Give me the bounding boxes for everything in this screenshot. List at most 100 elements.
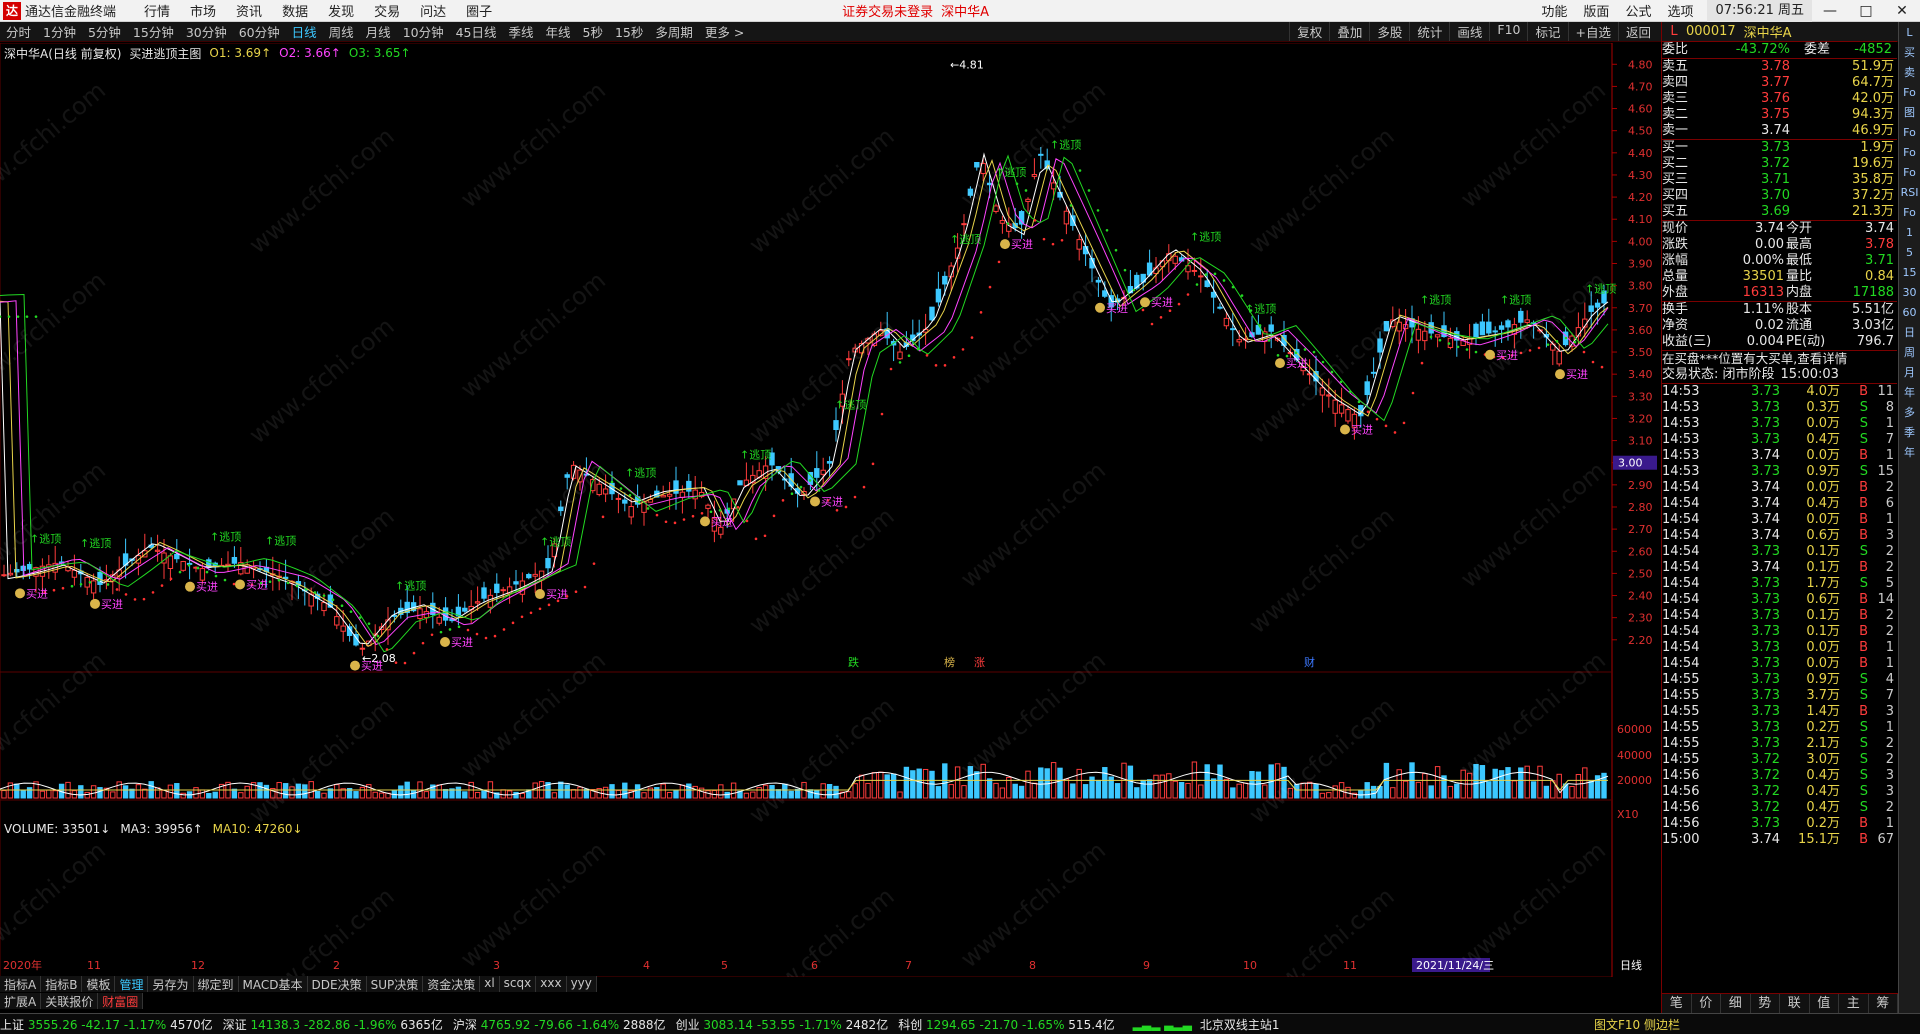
sub-tab[interactable]: 扩展A [0,993,42,1009]
indicator-tab[interactable]: yyy [567,976,597,992]
tool-overlay[interactable]: 叠加 [1329,22,1369,41]
index-shanghai[interactable]: 上证 3555.26 -42.17 -1.17% 4570亿 [0,1016,213,1033]
period-tab[interactable]: 年线 [540,22,577,41]
period-tab[interactable]: 5分钟 [82,22,127,41]
tool-add-watch[interactable]: +自选 [1567,22,1618,41]
tool-f10[interactable]: F10 [1489,22,1527,41]
bid-row[interactable]: 买二 3.72 19.6万 [1662,156,1897,172]
bid-row[interactable]: 买三 3.71 35.8万 [1662,172,1897,188]
tool-formula[interactable]: 公式 [1617,1,1659,20]
period-tab[interactable]: 分时 [0,22,37,41]
menu-discover[interactable]: 发现 [318,1,364,20]
panel-tab[interactable]: 筹 [1869,994,1898,1013]
indicator-tab[interactable]: 管理 [115,976,149,992]
sidebar-button[interactable]: 日 [1901,324,1919,341]
period-tab[interactable]: 多周期 [649,22,699,41]
period-tab[interactable]: 10分钟 [397,22,450,41]
sidebar-button[interactable]: 买 [1901,44,1919,61]
tool-multi[interactable]: 多股 [1369,22,1409,41]
maximize-icon[interactable]: □ [1848,3,1884,19]
sidebar-button[interactable]: L [1901,24,1919,41]
indicator-tab[interactable]: 指标A [0,976,42,992]
ask-row[interactable]: 卖三 3.76 42.0万 [1662,91,1897,107]
menu-ask[interactable]: 问达 [410,1,456,20]
period-tab[interactable]: 30分钟 [180,22,233,41]
tool-draw[interactable]: 画线 [1449,22,1489,41]
indicator-tab[interactable]: DDE决策 [308,976,367,992]
sidebar-button[interactable]: 5 [1901,244,1919,261]
big-order-notice[interactable]: 在买盘***位置有大买单,查看详情 [1662,351,1897,367]
indicator-tab[interactable]: 另存为 [148,976,194,992]
sidebar-button[interactable]: 60 [1901,304,1919,321]
period-tab[interactable]: 1分钟 [37,22,82,41]
tool-adjust[interactable]: 复权 [1289,22,1329,41]
panel-tab[interactable]: 主 [1839,994,1869,1013]
sidebar-button[interactable]: 30 [1901,284,1919,301]
sidebar-button[interactable]: 15 [1901,264,1919,281]
sidebar-button[interactable]: Fo [1901,164,1919,181]
sidebar-button[interactable]: Fo [1901,144,1919,161]
menu-quotes[interactable]: 行情 [134,1,180,20]
menu-trade[interactable]: 交易 [364,1,410,20]
indicator-tab[interactable]: SUP决策 [367,976,424,992]
sidebar-button[interactable]: Fo [1901,84,1919,101]
sidebar-button[interactable]: 季 [1901,424,1919,441]
panel-tab[interactable]: 笔 [1662,994,1692,1013]
indicator-tab[interactable]: 绑定到 [194,976,239,992]
menu-market[interactable]: 市场 [180,1,226,20]
index-shenzhen[interactable]: 深证 14138.3 -282.86 -1.96% 6365亿 [223,1016,443,1033]
sub-tab[interactable]: 关联报价 [41,993,99,1009]
sidebar-button[interactable]: 卖 [1901,64,1919,81]
ask-row[interactable]: 卖一 3.74 46.9万 [1662,123,1897,139]
formula-name[interactable]: 买进逃顶主图 [129,45,201,62]
sidebar-button[interactable]: 1 [1901,224,1919,241]
panel-tab[interactable]: 联 [1780,994,1810,1013]
ask-row[interactable]: 卖五 3.78 51.9万 [1662,59,1897,75]
period-tab-more[interactable]: 更多 > [699,22,750,41]
sidebar-button[interactable]: 月 [1901,364,1919,381]
bid-row[interactable]: 买四 3.70 37.2万 [1662,188,1897,204]
tool-mark[interactable]: 标记 [1527,22,1567,41]
tool-options[interactable]: 选项 [1659,1,1701,20]
period-tab[interactable]: 周线 [323,22,360,41]
sidebar-button[interactable]: Fo [1901,204,1919,221]
tool-stats[interactable]: 统计 [1409,22,1449,41]
ask-row[interactable]: 卖二 3.75 94.3万 [1662,107,1897,123]
bid-row[interactable]: 买五 3.69 21.3万 [1662,204,1897,220]
period-tab[interactable]: 60分钟 [233,22,286,41]
panel-tab[interactable]: 细 [1721,994,1751,1013]
menu-news[interactable]: 资讯 [226,1,272,20]
close-icon[interactable]: ✕ [1884,3,1920,19]
tool-function[interactable]: 功能 [1533,1,1575,20]
panel-tab[interactable]: 势 [1751,994,1780,1013]
menu-circle[interactable]: 圈子 [456,1,502,20]
sidebar-button[interactable]: Fo [1901,124,1919,141]
sub-tab[interactable]: 财富圈 [98,993,144,1009]
index-star[interactable]: 科创 1294.65 -21.70 -1.65% 515.4亿 [898,1016,1114,1033]
sidebar-button[interactable]: 多 [1901,404,1919,421]
indicator-tab[interactable]: xxx [536,976,567,992]
period-tab-daily[interactable]: 日线 [286,22,323,41]
period-tab[interactable]: 季线 [503,22,540,41]
indicator-tab[interactable]: 指标B [41,976,83,992]
extra-links[interactable]: 图文F10 侧边栏 [1594,1016,1680,1033]
tool-back[interactable]: 返回 [1617,22,1658,41]
index-hs300[interactable]: 沪深 4765.92 -79.66 -1.64% 2888亿 [453,1016,666,1033]
server-name[interactable]: 北京双线主站1 [1200,1016,1280,1033]
period-tab[interactable]: 月线 [360,22,397,41]
sidebar-button[interactable]: RSI [1901,184,1919,201]
tool-layout[interactable]: 版面 [1575,1,1617,20]
indicator-tab[interactable]: scqx [500,976,537,992]
index-chinext[interactable]: 创业 3083.14 -53.55 -1.71% 2482亿 [676,1016,889,1033]
period-tab[interactable]: 15秒 [609,22,649,41]
login-notice[interactable]: 证券交易未登录 [842,1,933,20]
period-tab[interactable]: 15分钟 [127,22,180,41]
sidebar-button[interactable]: 年 [1901,444,1919,461]
sidebar-button[interactable]: 周 [1901,344,1919,361]
minimize-icon[interactable]: — [1812,3,1848,19]
panel-tab[interactable]: 值 [1810,994,1839,1013]
period-tab[interactable]: 45日线 [450,22,503,41]
sidebar-button[interactable]: 年 [1901,384,1919,401]
sidebar-button[interactable]: 图 [1901,104,1919,121]
ask-row[interactable]: 卖四 3.77 64.7万 [1662,75,1897,91]
